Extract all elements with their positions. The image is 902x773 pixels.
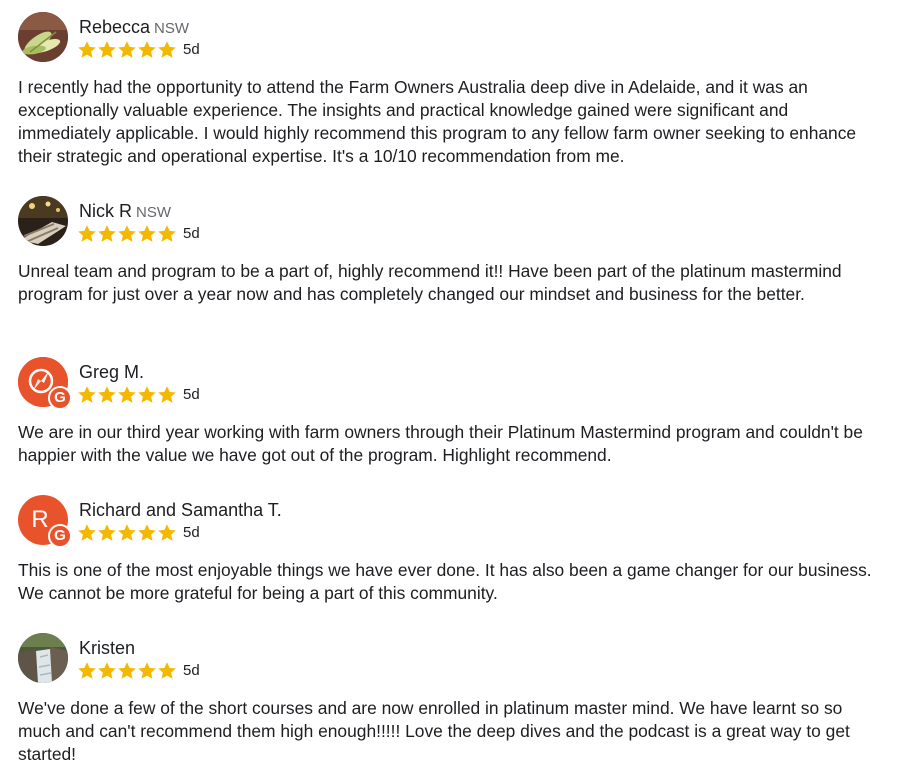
review-text: This is one of the most enjoyable things… bbox=[18, 560, 872, 603]
review-card: R G Richard and Samantha T. 5d This is o… bbox=[18, 495, 884, 605]
star-icon bbox=[157, 661, 177, 681]
star-icon bbox=[77, 523, 97, 543]
reviewer-name[interactable]: Greg M. bbox=[79, 362, 144, 382]
star-icon bbox=[137, 385, 157, 405]
reviewer-region: NSW bbox=[136, 204, 171, 221]
review-card: Kristen 5d We've done a few of the short… bbox=[18, 633, 884, 766]
star-icon bbox=[97, 523, 117, 543]
reviewer-name[interactable]: Kristen bbox=[79, 638, 135, 658]
review-text: We are in our third year working with fa… bbox=[18, 422, 863, 465]
star-icon bbox=[117, 523, 137, 543]
reviewer-name[interactable]: Richard and Samantha T. bbox=[79, 500, 282, 520]
star-rating bbox=[77, 661, 177, 681]
star-icon bbox=[117, 224, 137, 244]
star-icon bbox=[157, 224, 177, 244]
star-icon bbox=[117, 40, 137, 60]
reviewer-avatar[interactable] bbox=[18, 633, 68, 683]
google-badge-icon: G bbox=[48, 524, 72, 548]
star-rating bbox=[77, 224, 177, 244]
review-text: I recently had the opportunity to attend… bbox=[18, 77, 857, 166]
star-icon bbox=[137, 224, 157, 244]
star-icon bbox=[117, 385, 137, 405]
reviewer-name[interactable]: Nick R bbox=[79, 201, 132, 221]
star-icon bbox=[97, 40, 117, 60]
star-icon bbox=[77, 385, 97, 405]
star-rating bbox=[77, 523, 177, 543]
reviewer-region: NSW bbox=[154, 20, 190, 37]
star-icon bbox=[137, 523, 157, 543]
avatar-letter: R bbox=[31, 506, 49, 533]
reviewer-avatar[interactable] bbox=[18, 196, 68, 246]
star-icon bbox=[137, 40, 157, 60]
review-text: Unreal team and program to be a part of,… bbox=[18, 261, 842, 304]
star-icon bbox=[157, 523, 177, 543]
review-card: Rebecca NSW 5d I recently had the opportu… bbox=[18, 12, 884, 168]
review-age: 5d bbox=[183, 524, 200, 541]
star-icon bbox=[77, 40, 97, 60]
star-icon bbox=[77, 224, 97, 244]
star-icon bbox=[157, 385, 177, 405]
star-icon bbox=[157, 40, 177, 60]
review-age: 5d bbox=[183, 386, 200, 403]
star-icon bbox=[97, 224, 117, 244]
google-badge-icon: G bbox=[48, 386, 72, 410]
review-age: 5d bbox=[183, 662, 200, 679]
star-icon bbox=[117, 661, 137, 681]
star-rating bbox=[77, 40, 177, 60]
review-age: 5d bbox=[183, 225, 200, 242]
review-card: Nick R NSW 5d Unreal team and program to … bbox=[18, 196, 884, 306]
star-icon bbox=[137, 661, 157, 681]
reviewer-name[interactable]: Rebecca bbox=[79, 17, 150, 37]
star-rating bbox=[77, 385, 177, 405]
star-icon bbox=[97, 385, 117, 405]
star-icon bbox=[77, 661, 97, 681]
review-text: We've done a few of the short courses an… bbox=[18, 698, 850, 764]
review-age: 5d bbox=[183, 41, 200, 58]
review-card: G Greg M. 5d We are in our third year wo… bbox=[18, 357, 884, 467]
reviewer-avatar[interactable] bbox=[18, 12, 68, 62]
star-icon bbox=[97, 661, 117, 681]
